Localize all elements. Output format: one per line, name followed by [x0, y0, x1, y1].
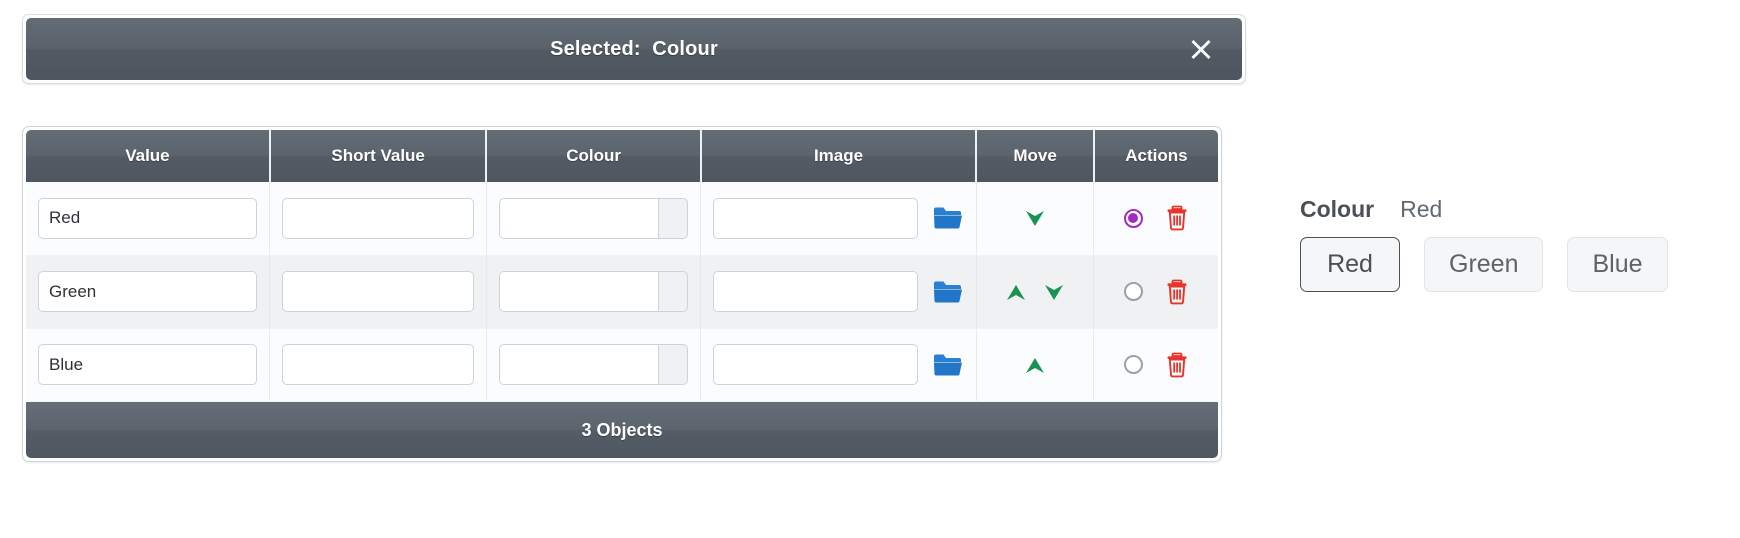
- image-input[interactable]: [713, 344, 918, 385]
- cell-image: [700, 255, 977, 329]
- page-root: Selected: Colour Value Short Value Colou…: [0, 0, 1740, 538]
- column-header-move: Move: [976, 130, 1095, 182]
- action-buttons: [1106, 205, 1206, 231]
- cell-value: [26, 182, 271, 256]
- colour-input[interactable]: [498, 344, 659, 385]
- selected-banner-title: Selected: Colour: [550, 37, 718, 60]
- table-body: [26, 182, 1218, 402]
- cell-colour: [486, 255, 702, 329]
- column-header-actions: Actions: [1093, 130, 1218, 182]
- table-row: [26, 328, 1218, 402]
- arrow-up-icon[interactable]: [1003, 279, 1029, 305]
- cell-colour: [486, 328, 702, 402]
- colour-panel-value: Red: [1400, 196, 1443, 222]
- arrow-down-icon[interactable]: [1041, 279, 1067, 305]
- colour-input-group: [498, 271, 689, 312]
- colour-swatch-button[interactable]: [658, 271, 689, 312]
- objects-table-wrapper: Value Short Value Colour Image Move Acti…: [22, 126, 1222, 462]
- colour-option-green[interactable]: Green: [1424, 237, 1544, 292]
- cell-colour: [486, 182, 702, 256]
- colour-panel: Colour Red Red Green Blue: [1300, 196, 1720, 292]
- radio-select-icon[interactable]: [1123, 282, 1143, 301]
- colour-panel-label: Colour: [1300, 196, 1375, 222]
- value-input[interactable]: [38, 271, 258, 312]
- short-value-input[interactable]: [282, 344, 474, 385]
- radio-select-icon[interactable]: [1123, 208, 1143, 228]
- cell-move: [976, 255, 1095, 329]
- colour-swatch-button[interactable]: [658, 344, 689, 385]
- arrow-up-icon[interactable]: [1022, 352, 1048, 378]
- value-input[interactable]: [38, 197, 258, 239]
- table-header-row: Value Short Value Colour Image Move Acti…: [26, 130, 1218, 182]
- folder-open-icon[interactable]: [932, 349, 964, 381]
- table-footer-count: 3 Objects: [26, 401, 1218, 458]
- table-row: [26, 255, 1218, 329]
- move-buttons: [989, 279, 1082, 305]
- cell-image: [700, 182, 977, 256]
- short-value-input[interactable]: [282, 197, 474, 239]
- colour-input-group: [498, 197, 689, 239]
- image-input-group: [713, 271, 963, 312]
- cell-move: [976, 182, 1095, 256]
- cell-short-value: [269, 255, 487, 329]
- colour-input-group: [498, 344, 689, 385]
- radio-select-icon[interactable]: [1123, 355, 1143, 374]
- value-input[interactable]: [38, 344, 258, 385]
- cell-actions: [1093, 255, 1218, 329]
- column-header-short-value: Short Value: [269, 130, 488, 182]
- column-header-image: Image: [700, 130, 978, 182]
- selected-banner-inner: Selected: Colour: [26, 18, 1242, 80]
- column-header-colour: Colour: [486, 130, 702, 182]
- colour-input[interactable]: [498, 197, 659, 239]
- image-input-group: [713, 197, 964, 239]
- trash-icon[interactable]: [1165, 352, 1189, 378]
- cell-actions: [1093, 182, 1218, 256]
- move-buttons: [989, 205, 1082, 231]
- action-buttons: [1106, 279, 1206, 305]
- move-buttons: [989, 352, 1082, 378]
- colour-panel-header: Colour Red: [1300, 196, 1720, 223]
- table-header: Value Short Value Colour Image Move Acti…: [26, 130, 1218, 182]
- cell-value: [26, 328, 271, 402]
- cell-value: [26, 255, 271, 329]
- trash-icon[interactable]: [1165, 279, 1189, 305]
- colour-option-red[interactable]: Red: [1300, 237, 1400, 292]
- selected-banner: Selected: Colour: [22, 14, 1246, 84]
- short-value-input[interactable]: [282, 271, 474, 312]
- image-input-group: [713, 344, 963, 385]
- folder-open-icon[interactable]: [932, 202, 964, 234]
- image-input[interactable]: [713, 271, 918, 312]
- colour-input[interactable]: [498, 271, 659, 312]
- cell-image: [700, 328, 977, 402]
- action-buttons: [1106, 352, 1206, 378]
- column-header-value: Value: [26, 130, 271, 182]
- arrow-down-icon[interactable]: [1022, 205, 1048, 231]
- table-row: [26, 182, 1218, 256]
- trash-icon[interactable]: [1165, 205, 1189, 231]
- close-x-icon[interactable]: [1186, 34, 1216, 64]
- colour-swatch-button[interactable]: [658, 197, 689, 239]
- colour-option-buttons: Red Green Blue: [1300, 237, 1720, 292]
- cell-short-value: [269, 328, 487, 402]
- colour-option-blue[interactable]: Blue: [1567, 237, 1668, 292]
- cell-move: [976, 328, 1095, 402]
- image-input[interactable]: [713, 197, 918, 239]
- objects-table: Value Short Value Colour Image Move Acti…: [26, 130, 1218, 402]
- folder-open-icon[interactable]: [932, 276, 964, 308]
- cell-short-value: [269, 182, 487, 256]
- cell-actions: [1093, 328, 1218, 402]
